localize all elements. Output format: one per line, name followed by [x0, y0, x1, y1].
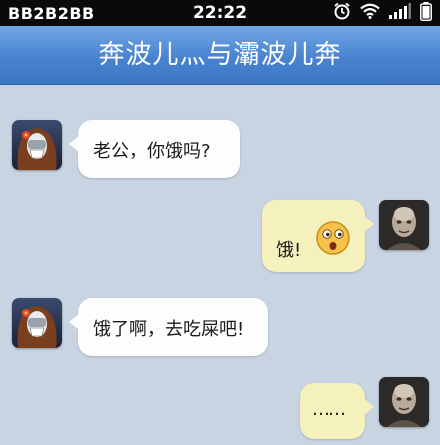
contact-avatar[interactable]: [12, 120, 62, 170]
user-avatar[interactable]: [379, 377, 429, 427]
message-text: 饿!: [276, 240, 302, 261]
message-text: 老公，你饿吗?: [93, 141, 211, 162]
status-icons: [333, 1, 432, 25]
message-row: 饿!: [0, 200, 440, 280]
signal-icon: [389, 3, 411, 23]
curious-face-emoji: [315, 220, 351, 261]
message-list[interactable]: 老公，你饿吗? 饿! 饿了啊，去吃屎吧! ……: [0, 85, 440, 445]
message-bubble[interactable]: 饿!: [262, 200, 374, 272]
alarm-icon: [333, 2, 351, 24]
message-bubble[interactable]: ……: [300, 383, 374, 439]
chat-title: 奔波儿灬与灞波儿奔: [0, 26, 440, 85]
message-text: 饿了啊，去吃屎吧!: [93, 319, 245, 340]
user-avatar[interactable]: [379, 200, 429, 250]
wifi-icon: [360, 3, 380, 23]
contact-avatar[interactable]: [12, 298, 62, 348]
battery-icon: [420, 1, 432, 25]
status-bar: BB2B2BB 22:22: [0, 0, 440, 26]
message-row: ……: [0, 377, 440, 445]
message-text: ……: [312, 399, 346, 420]
message-row: 饿了啊，去吃屎吧!: [0, 298, 440, 358]
message-bubble[interactable]: 老公，你饿吗?: [69, 120, 240, 178]
message-bubble[interactable]: 饿了啊，去吃屎吧!: [69, 298, 268, 356]
message-row: 老公，你饿吗?: [0, 120, 440, 180]
